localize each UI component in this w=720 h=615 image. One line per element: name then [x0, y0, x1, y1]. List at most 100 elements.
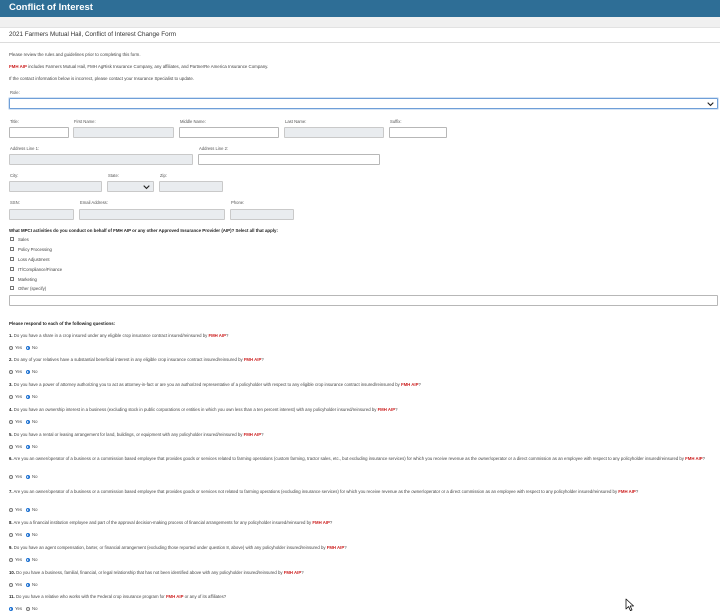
question-10: 10. Do you have a business, familial, fi…	[9, 570, 713, 575]
it-compliance-finance-checkbox[interactable]	[10, 267, 15, 272]
question-9: 9. Do you have an agent compensation, ba…	[9, 545, 713, 550]
phone-input[interactable]	[230, 209, 294, 220]
zip-input[interactable]	[159, 181, 223, 192]
yes-radio[interactable]	[9, 444, 14, 449]
fmh-aip-label: FMH AIP	[618, 489, 636, 494]
yes-label: Yes	[15, 582, 23, 587]
city-label: City:	[10, 173, 19, 178]
mouse-pointer-icon	[625, 598, 634, 611]
fmh-aip-label: FMH AIP	[312, 520, 330, 525]
no-radio[interactable]	[26, 474, 31, 479]
yes-radio[interactable]	[9, 369, 14, 374]
no-label: No	[32, 582, 38, 587]
question-tail: ?	[225, 333, 229, 338]
question-text: Do you have an ownership interest in a b…	[12, 407, 378, 412]
question-text: Do you have a rental or leasing arrangem…	[12, 432, 244, 437]
fmh-aip-label: FMH AIP	[377, 407, 396, 412]
ssn-label: SSN:	[10, 200, 20, 205]
no-radio[interactable]	[26, 394, 31, 399]
state-label: State:	[108, 173, 119, 178]
no-radio[interactable]	[26, 345, 31, 350]
yes-radio[interactable]	[9, 345, 14, 350]
last-name-label: Last Name:	[285, 119, 307, 124]
yes-label: Yes	[15, 507, 23, 512]
suffix-input[interactable]	[389, 127, 447, 138]
title-input[interactable]	[9, 127, 69, 138]
state-select[interactable]	[107, 181, 154, 192]
form-title: 2021 Farmers Mutual Hail, Conflict of In…	[9, 31, 176, 38]
yes-radio[interactable]	[9, 419, 14, 424]
question-tail: ?	[702, 456, 706, 461]
no-label: No	[32, 394, 38, 399]
no-radio[interactable]	[26, 444, 31, 449]
question-text: Are you a financial institution employee…	[12, 520, 313, 525]
first-name-label: First Name:	[74, 119, 96, 124]
sales-label: Sales	[18, 237, 29, 242]
question-1: 1. Do you have a share in a crop insured…	[9, 333, 713, 338]
no-radio[interactable]	[26, 606, 31, 611]
question-text: Are you an owner/operator of a business …	[12, 489, 619, 494]
yes-label: Yes	[15, 394, 23, 399]
role-select[interactable]	[9, 98, 718, 109]
yes-radio[interactable]	[9, 606, 14, 611]
phone-label: Phone:	[231, 200, 245, 205]
fmh-definition-text: includes Farmers Mutual Hail, FMH AgRisk…	[26, 64, 269, 69]
fmh-aip-label: FMH AIP	[165, 594, 184, 599]
other-specify-input[interactable]	[9, 295, 718, 306]
marketing-label: Marketing	[18, 277, 37, 282]
fmh-aip-label: FMH AIP	[243, 432, 262, 437]
app-header: Conflict of Interest	[0, 0, 720, 17]
yes-radio[interactable]	[9, 394, 14, 399]
sales-checkbox[interactable]	[10, 237, 15, 242]
yes-label: Yes	[15, 444, 23, 449]
address2-label: Address Line 2:	[199, 146, 229, 151]
loss-adjustment-label: Loss Adjustment	[18, 257, 50, 262]
first-name-input[interactable]	[73, 127, 174, 138]
yes-label: Yes	[15, 474, 23, 479]
email-input[interactable]	[79, 209, 225, 220]
no-radio[interactable]	[26, 369, 31, 374]
last-name-input[interactable]	[284, 127, 384, 138]
question-7: 7. Are you an owner/operator of a busine…	[9, 489, 713, 494]
fmh-aip-label: FMH AIP	[685, 456, 703, 461]
address1-label: Address Line 1:	[10, 146, 40, 151]
question-tail: ?	[344, 545, 347, 550]
fmh-aip-label: FMH AIP	[9, 64, 27, 69]
city-input[interactable]	[9, 181, 102, 192]
no-label: No	[32, 345, 38, 350]
question-tail: ?	[635, 489, 639, 494]
no-label: No	[32, 444, 38, 449]
other-checkbox[interactable]	[10, 286, 15, 291]
loss-adjustment-checkbox[interactable]	[10, 257, 15, 262]
yes-label: Yes	[15, 532, 23, 537]
yes-radio[interactable]	[9, 507, 14, 512]
question-2: 2. Do any of your relatives have a subst…	[9, 357, 713, 362]
question-text: Do you have a power of attorney authoriz…	[12, 382, 401, 387]
no-radio[interactable]	[26, 532, 31, 537]
address2-input[interactable]	[198, 154, 380, 165]
no-radio[interactable]	[26, 582, 31, 587]
question-5: 5. Do you have a rental or leasing arran…	[9, 432, 713, 437]
questions-heading: Please respond to each of the following …	[9, 321, 116, 326]
yes-radio[interactable]	[9, 557, 14, 562]
policy-processing-checkbox[interactable]	[10, 247, 15, 252]
fmh-aip-label: FMH AIP	[326, 545, 345, 550]
address1-input[interactable]	[9, 154, 193, 165]
question-text: Do you have an agent compensation, barte…	[12, 545, 327, 550]
no-radio[interactable]	[26, 419, 31, 424]
yes-radio[interactable]	[9, 474, 14, 479]
yes-label: Yes	[15, 419, 23, 424]
yes-radio[interactable]	[9, 582, 14, 587]
question-tail: ?	[301, 570, 304, 575]
marketing-checkbox[interactable]	[10, 277, 15, 282]
app-title: Conflict of Interest	[9, 2, 93, 13]
question-6: 6. Are you an owner/operator of a busine…	[9, 456, 713, 461]
title-divider	[0, 42, 720, 43]
yes-label: Yes	[15, 557, 23, 562]
ssn-input[interactable]	[9, 209, 74, 220]
middle-name-input[interactable]	[179, 127, 279, 138]
no-radio[interactable]	[26, 557, 31, 562]
no-radio[interactable]	[26, 507, 31, 512]
yes-radio[interactable]	[9, 532, 14, 537]
question-text: Do any of your relatives have a substant…	[12, 357, 244, 362]
